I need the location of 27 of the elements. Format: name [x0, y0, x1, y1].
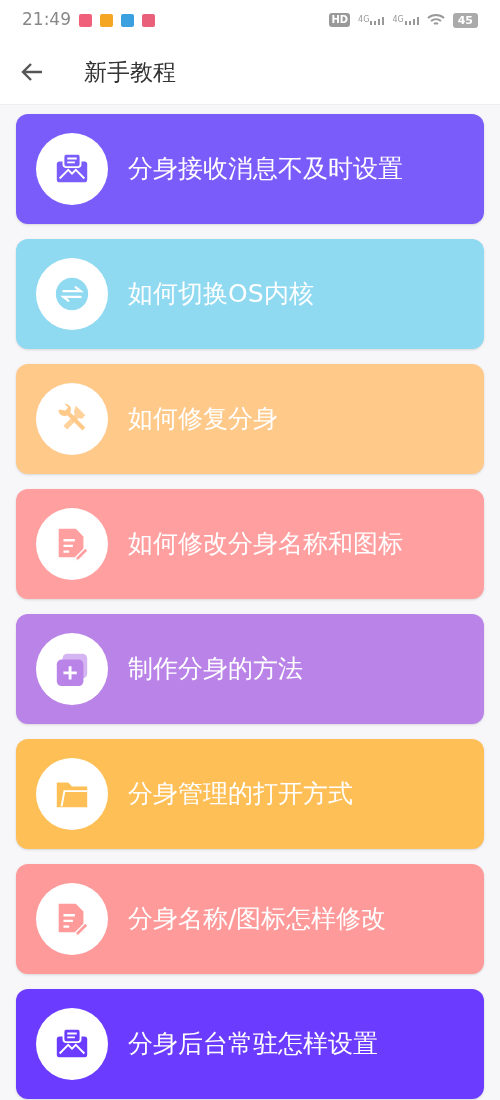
tutorial-card[interactable]: 分身接收消息不及时设置 [16, 114, 484, 224]
page-title: 新手教程 [84, 57, 176, 87]
tutorial-title: 分身后台常驻怎样设置 [128, 1028, 378, 1061]
status-time: 21:49 [22, 8, 71, 32]
tutorial-card[interactable]: 如何修复分身 [16, 364, 484, 474]
battery-level: 45 [452, 12, 478, 28]
tutorial-title: 如何切换OS内核 [128, 278, 314, 311]
tutorial-card[interactable]: 如何切换OS内核 [16, 239, 484, 349]
tutorial-card[interactable]: 如何修改分身名称和图标 [16, 489, 484, 599]
swap-icon [53, 275, 91, 313]
hd-indicator: HD [329, 13, 351, 27]
tutorial-card[interactable]: 制作分身的方法 [16, 614, 484, 724]
tutorial-title: 制作分身的方法 [128, 653, 303, 686]
tutorial-card[interactable]: 分身管理的打开方式 [16, 739, 484, 849]
network-type: 4G [392, 15, 404, 24]
tutorial-card[interactable]: 分身名称/图标怎样修改 [16, 864, 484, 974]
tutorial-card[interactable]: 分身后台常驻怎样设置 [16, 989, 484, 1099]
tutorial-title: 如何修改分身名称和图标 [128, 528, 403, 561]
wifi-icon [426, 13, 445, 27]
tutorial-title: 如何修复分身 [128, 403, 278, 436]
network-type: 4G [358, 15, 370, 24]
signal-icon [404, 15, 419, 25]
signal-icon [370, 15, 385, 25]
tutorial-title: 分身名称/图标怎样修改 [128, 903, 387, 936]
tutorial-title: 分身接收消息不及时设置 [128, 153, 403, 186]
tutorial-title: 分身管理的打开方式 [128, 778, 353, 811]
back-arrow-icon [20, 62, 44, 82]
